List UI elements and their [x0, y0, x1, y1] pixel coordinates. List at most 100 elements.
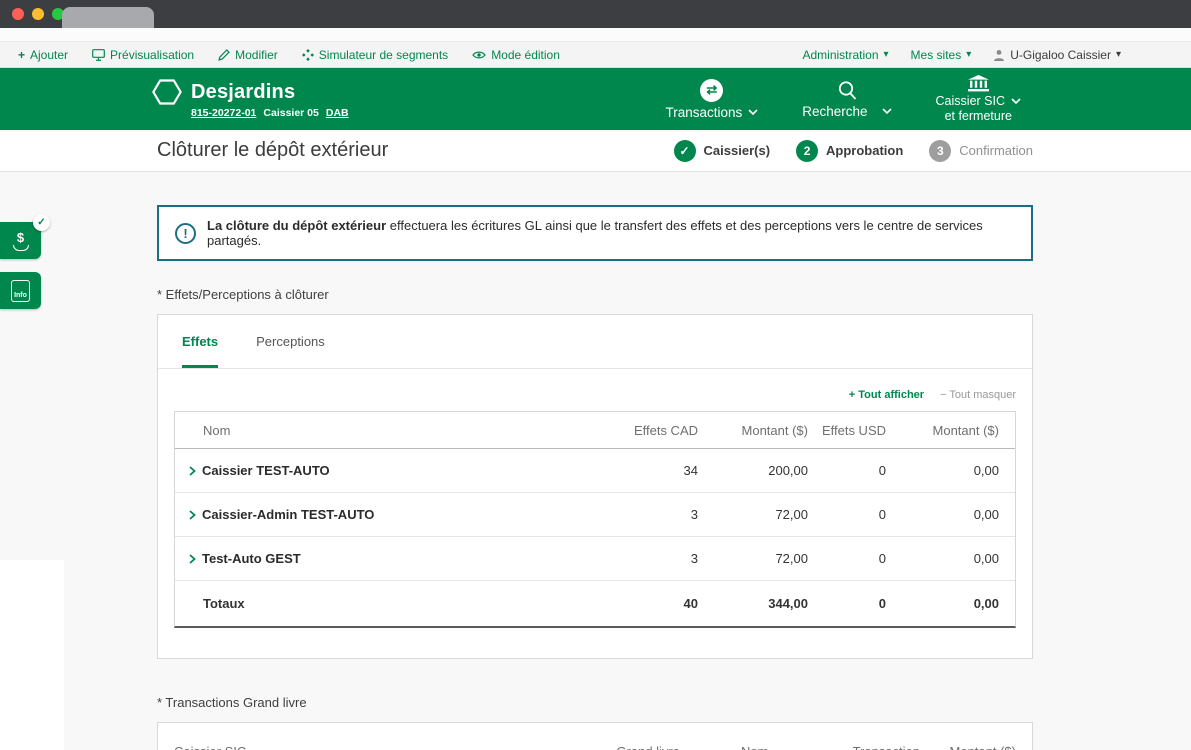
nav-search-label: Recherche	[802, 103, 868, 119]
row-montant-usd: 0,00	[973, 463, 999, 478]
cash-drawer-tab[interactable]: $ ✓	[0, 214, 50, 259]
banner-lead: La clôture du dépôt extérieur	[207, 218, 387, 233]
page-content: $ ✓ Info ! La clôture du dépôt extérieur…	[0, 172, 1191, 750]
main-nav: ⇄ Transactions Recherche Caissier SIC et…	[665, 68, 1021, 130]
row-montant-usd: 0,00	[973, 507, 999, 522]
step-caissiers-label: Caissier(s)	[703, 143, 771, 158]
transactions-icon: ⇄	[700, 78, 724, 102]
pencil-icon	[218, 48, 230, 61]
browser-tab[interactable]	[62, 7, 154, 28]
segments-icon	[301, 48, 314, 61]
left-gutter	[0, 560, 64, 750]
bank-icon	[967, 75, 989, 92]
page-title: Clôturer le dépôt extérieur	[157, 139, 389, 161]
segment-simulator-button[interactable]: Simulateur de segments	[301, 47, 449, 62]
nav-transactions[interactable]: ⇄ Transactions	[665, 78, 758, 120]
effets-card: Effets Perceptions + Tout afficher − Tou…	[157, 314, 1033, 659]
show-all-link[interactable]: + Tout afficher	[849, 389, 924, 401]
edit-button[interactable]: Modifier	[218, 48, 278, 62]
effets-table: Nom Effets CAD Montant ($) Effets USD Mo…	[174, 411, 1016, 628]
plus-icon: +	[18, 47, 26, 62]
step-approbation: 2 Approbation	[796, 139, 904, 162]
chevron-down-icon	[1011, 98, 1021, 105]
close-window-button[interactable]	[12, 8, 24, 20]
nav-search[interactable]: Recherche	[802, 80, 892, 119]
administration-menu[interactable]: Administration ▾	[802, 48, 888, 62]
brand-block[interactable]: Desjardins 815-20272-01 Caissier 05 DAB	[152, 79, 349, 119]
row-effets-cad: 3	[690, 507, 698, 522]
step-3-circle: 3	[929, 139, 952, 162]
step-approbation-label: Approbation	[826, 143, 904, 158]
totals-label: Totaux	[203, 596, 245, 611]
chevron-right-icon	[189, 553, 196, 564]
gl-col-transaction: Transaction	[821, 744, 920, 750]
edit-label: Modifier	[235, 47, 278, 62]
effets-tabs: Effets Perceptions	[158, 315, 1032, 369]
nav-transactions-label: Transactions	[665, 104, 743, 120]
completed-badge: ✓	[33, 214, 50, 231]
edit-mode-label: Mode édition	[491, 47, 560, 62]
row-effets-usd: 0	[878, 507, 886, 522]
segment-simulator-label: Simulateur de segments	[318, 47, 449, 62]
user-menu-label: U-Gigaloo Caissier	[1010, 47, 1111, 62]
minimize-window-button[interactable]	[32, 8, 44, 20]
effets-section-label: * Effets/Perceptions à clôturer	[157, 287, 329, 302]
brand-name: Desjardins	[191, 80, 296, 103]
chevron-down-icon: ▾	[883, 49, 889, 60]
my-sites-label: Mes sites	[910, 47, 962, 62]
gl-col-montant: Montant ($)	[920, 744, 1016, 750]
totals-montant-cad: 344,00	[768, 596, 808, 611]
row-effets-cad: 34	[683, 463, 698, 478]
branch-number[interactable]: 815-20272-01	[191, 107, 256, 119]
col-header-montant-cad: Montant ($)	[741, 422, 808, 438]
col-header-effets-usd: Effets USD	[821, 422, 886, 438]
user-menu[interactable]: U-Gigaloo Caissier ▾	[993, 48, 1121, 62]
my-sites-menu[interactable]: Mes sites ▾	[911, 48, 972, 62]
traffic-lights	[12, 8, 64, 20]
step-2-circle: 2	[796, 139, 819, 162]
money-hand-icon: $	[12, 231, 29, 251]
totals-effets-cad: 40	[683, 596, 698, 611]
add-label: Ajouter	[30, 47, 69, 62]
table-row: Caissier-Admin TEST-AUTO 3 72,00 0 0,00	[175, 493, 1015, 537]
row-effets-usd: 0	[878, 551, 886, 566]
row-expander[interactable]: Caissier-Admin TEST-AUTO	[175, 507, 608, 522]
tab-effets[interactable]: Effets	[182, 315, 219, 368]
tab-perceptions[interactable]: Perceptions	[256, 315, 325, 368]
chevron-right-icon	[189, 465, 196, 476]
row-name: Caissier TEST-AUTO	[202, 463, 330, 478]
info-tab[interactable]: Info	[0, 272, 41, 309]
edit-mode-button[interactable]: Mode édition	[472, 48, 560, 62]
gl-card: Caissier SIC Grand livre Nom Transaction…	[157, 722, 1033, 750]
col-header-nom: Nom	[203, 422, 231, 438]
gl-table-header: Caissier SIC Grand livre Nom Transaction…	[158, 733, 1032, 750]
chevron-down-icon: ▾	[1115, 49, 1121, 60]
row-montant-cad: 72,00	[775, 507, 808, 522]
browser-toolbar-strip	[0, 28, 1191, 42]
admin-toolbar: + Ajouter Prévisualisation Modifier Simu…	[0, 42, 1191, 68]
row-montant-cad: 72,00	[775, 551, 808, 566]
monitor-icon	[92, 48, 105, 61]
gl-col-nom: Nom	[741, 744, 821, 750]
col-header-effets-cad: Effets CAD	[633, 422, 698, 438]
alert-icon: !	[175, 222, 196, 244]
preview-label: Prévisualisation	[110, 47, 195, 62]
add-button[interactable]: + Ajouter	[18, 48, 68, 62]
totals-row: Totaux 40 344,00 0 0,00	[175, 581, 1015, 626]
nav-teller-sic[interactable]: Caissier SIC et fermeture	[936, 75, 1021, 123]
page-title-bar: Clôturer le dépôt extérieur ✓ Caissier(s…	[0, 130, 1191, 172]
col-header-montant-usd: Montant ($)	[932, 422, 999, 438]
row-expander[interactable]: Test-Auto GEST	[175, 551, 608, 566]
browser-titlebar	[0, 0, 1191, 28]
step-confirmation-label: Confirmation	[959, 143, 1033, 158]
hide-all-link[interactable]: − Tout masquer	[940, 389, 1016, 401]
preview-button[interactable]: Prévisualisation	[92, 48, 194, 62]
terminal-id[interactable]: DAB	[326, 107, 349, 119]
step-caissiers: ✓ Caissier(s)	[673, 139, 771, 162]
step-done-check-icon: ✓	[673, 139, 696, 162]
row-effets-cad: 3	[690, 551, 698, 566]
desjardins-logo-icon	[152, 79, 182, 105]
effets-table-header: Nom Effets CAD Montant ($) Effets USD Mo…	[175, 412, 1015, 449]
step-confirmation: 3 Confirmation	[929, 139, 1033, 162]
row-expander[interactable]: Caissier TEST-AUTO	[175, 463, 608, 478]
